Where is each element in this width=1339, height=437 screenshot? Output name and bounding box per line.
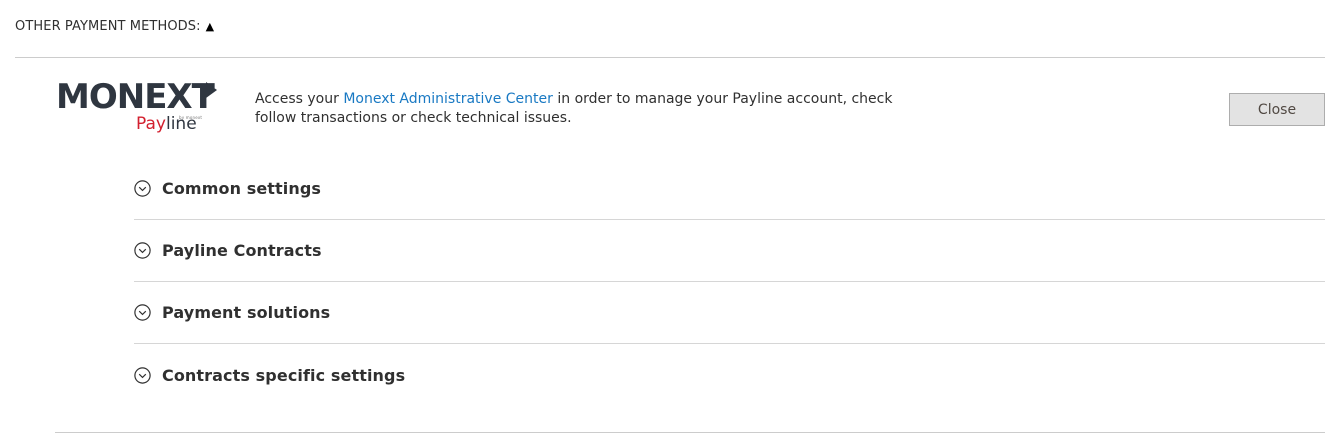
chevron-down-circle-icon bbox=[134, 366, 151, 384]
group-label: Contracts specific settings bbox=[162, 365, 406, 385]
chevron-down-circle-icon bbox=[134, 304, 151, 321]
section-toggle-other-payment-methods[interactable]: OTHER PAYMENT METHODS: ▲ bbox=[15, 19, 214, 34]
group-payment-solutions[interactable]: Payment solutions bbox=[134, 282, 1325, 344]
group-common-settings[interactable]: Common settings bbox=[134, 158, 1325, 220]
logo-arrow-icon bbox=[206, 82, 217, 98]
logo-product-suffix: line bbox=[165, 114, 197, 134]
chevron-down-circle-icon bbox=[134, 180, 151, 197]
group-contracts-specific-settings[interactable]: Contracts specific settings bbox=[134, 344, 1325, 406]
collapse-arrow-icon: ▲ bbox=[205, 20, 215, 33]
logo-brand: MONEXT bbox=[56, 77, 215, 117]
group-payline-contracts[interactable]: Payline Contracts bbox=[134, 220, 1325, 282]
group-label: Common settings bbox=[162, 179, 322, 198]
close-button[interactable]: Close bbox=[1229, 93, 1325, 126]
settings-groups: Common settings Payline Contracts Paymen… bbox=[134, 158, 1325, 406]
section-title: OTHER PAYMENT METHODS: bbox=[15, 19, 201, 34]
chevron-down-circle-icon bbox=[134, 242, 151, 259]
group-label: Payment solutions bbox=[162, 303, 331, 322]
logo-product-prefix: Pay bbox=[136, 114, 166, 134]
intro-prefix: Access your bbox=[255, 91, 344, 107]
logo-product: Payline bbox=[136, 114, 197, 134]
intro-text: Access your Monext Administrative Center… bbox=[255, 90, 915, 128]
section-divider bbox=[15, 57, 1325, 58]
bottom-divider bbox=[55, 432, 1325, 433]
monext-payline-logo: MONEXT by monext Payline bbox=[56, 78, 226, 138]
group-label: Payline Contracts bbox=[162, 241, 322, 260]
admin-center-link[interactable]: Monext Administrative Center bbox=[343, 91, 553, 107]
